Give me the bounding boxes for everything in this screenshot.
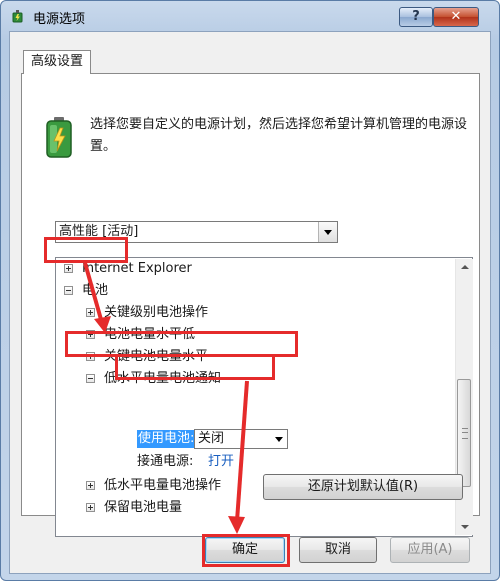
scroll-up-arrow-icon[interactable] bbox=[456, 259, 473, 276]
expand-plus-icon[interactable] bbox=[86, 481, 95, 490]
power-options-window: 电源选项 ? ✕ 高级设置 选择您要自定义的电源计划，然后选择您希望计算机管理的… bbox=[0, 0, 500, 581]
battery-plan-icon bbox=[46, 117, 72, 158]
collapse-minus-icon[interactable] bbox=[64, 286, 73, 295]
on-battery-dropdown[interactable]: 关闭 bbox=[194, 429, 288, 449]
description-text: 选择您要自定义的电源计划，然后选择您希望计算机管理的电源设置。 bbox=[90, 117, 468, 154]
chevron-down-icon[interactable] bbox=[318, 222, 337, 242]
plugged-in-label: 接通电源: bbox=[137, 454, 194, 469]
tree-item-label: 关键电池电量水平 bbox=[104, 349, 209, 364]
title-bar[interactable]: 电源选项 ? ✕ bbox=[1, 1, 499, 31]
ok-button[interactable]: 确定 bbox=[205, 537, 285, 563]
power-plan-dropdown[interactable]: 高性能 [活动] bbox=[55, 221, 338, 243]
collapse-minus-icon[interactable] bbox=[86, 374, 95, 383]
plugged-in-value[interactable]: 打开 bbox=[208, 452, 234, 472]
expand-plus-icon[interactable] bbox=[86, 503, 95, 512]
expand-plus-icon[interactable] bbox=[86, 352, 95, 361]
on-battery-value: 关闭 bbox=[198, 431, 225, 446]
close-button[interactable]: ✕ bbox=[433, 7, 479, 27]
cancel-button[interactable]: 取消 bbox=[299, 537, 377, 563]
chevron-down-icon[interactable] bbox=[275, 437, 283, 442]
tab-advanced-settings[interactable]: 高级设置 bbox=[23, 50, 91, 74]
help-button[interactable]: ? bbox=[399, 7, 433, 27]
tree-item-label: 电池 bbox=[82, 283, 109, 298]
grip-icon bbox=[462, 428, 468, 439]
scroll-down-arrow-icon[interactable] bbox=[456, 518, 473, 535]
expand-plus-icon[interactable] bbox=[86, 308, 95, 317]
scrollbar-thumb[interactable] bbox=[457, 379, 471, 487]
dialog-body: 高级设置 选择您要自定义的电源计划，然后选择您希望计算机管理的电源设置。 高性能… bbox=[9, 31, 491, 574]
advanced-settings-panel: 选择您要自定义的电源计划，然后选择您希望计算机管理的电源设置。 高性能 [活动]… bbox=[21, 73, 480, 537]
tree-item-label: 电池电量水平低 bbox=[104, 327, 196, 342]
expand-plus-icon[interactable] bbox=[64, 264, 73, 273]
power-options-icon bbox=[12, 10, 23, 23]
power-plan-value: 高性能 [活动] bbox=[59, 224, 139, 239]
restore-defaults-button[interactable]: 还原计划默认值(R) bbox=[263, 474, 463, 500]
tree-item-label: 关键级别电池操作 bbox=[104, 305, 209, 320]
tree-item-label: 保留电池电量 bbox=[104, 500, 183, 515]
expand-plus-icon[interactable] bbox=[86, 330, 95, 339]
tree-item-label: 低水平电量电池通知 bbox=[104, 371, 222, 386]
apply-button[interactable]: 应用(A) bbox=[390, 537, 470, 563]
on-battery-label[interactable]: 使用电池: bbox=[137, 430, 196, 448]
tree-item-label: Internet Explorer bbox=[82, 261, 192, 276]
tree-item-label: 低水平电量电池操作 bbox=[104, 478, 222, 493]
window-title: 电源选项 bbox=[33, 12, 86, 27]
